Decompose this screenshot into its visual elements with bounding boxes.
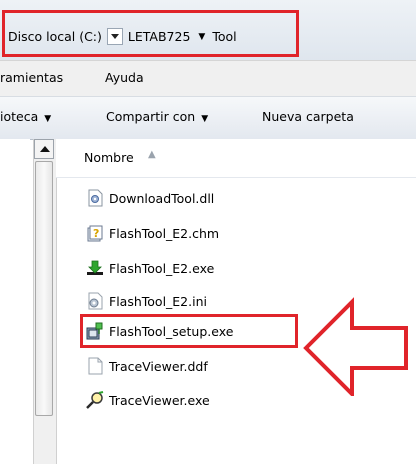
ini-settings-icon <box>88 292 103 310</box>
chevron-down-icon: ▼ <box>44 114 52 124</box>
column-header-row: Nombre ▲ <box>56 139 416 178</box>
address-highlight-box <box>2 10 299 57</box>
nav-scrollbar[interactable] <box>33 139 57 464</box>
file-name: TraceViewer.ddf <box>109 358 208 374</box>
file-row[interactable]: TraceViewer.ddf <box>86 355 208 377</box>
file-row[interactable]: FlashTool_E2.exe <box>86 257 214 279</box>
file-row[interactable]: ? FlashTool_E2.chm <box>86 222 219 244</box>
file-row[interactable]: DownloadTool.dll <box>86 187 214 209</box>
share-with-label: Compartir con <box>106 109 196 124</box>
file-name: FlashTool_E2.exe <box>109 260 215 276</box>
file-name: DownloadTool.dll <box>109 190 215 206</box>
file-name: FlashTool_E2.ini <box>109 293 207 309</box>
file-row[interactable]: TraceViewer.exe <box>86 389 210 411</box>
magnifier-tool-icon <box>86 391 104 409</box>
library-button[interactable]: ioteca ▼ <box>0 109 51 124</box>
sort-arrow-icon: ▲ <box>148 149 156 160</box>
menu-bar: ramientas Ayuda <box>0 60 416 97</box>
share-with-button[interactable]: Compartir con ▼ <box>106 109 208 124</box>
blank-file-icon <box>88 357 103 375</box>
library-button-label: ioteca <box>0 109 39 124</box>
svg-text:?: ? <box>93 227 99 240</box>
command-toolbar: ioteca ▼ Compartir con ▼ Nueva carpeta <box>0 96 416 140</box>
scroll-thumb[interactable] <box>35 161 53 416</box>
new-folder-button[interactable]: Nueva carpeta <box>262 109 354 124</box>
green-download-arrow-icon <box>87 260 103 275</box>
menu-item-tools[interactable]: ramientas <box>0 70 63 85</box>
dll-icon <box>88 189 103 207</box>
help-file-icon: ? <box>87 225 103 242</box>
file-name: TraceViewer.exe <box>109 392 210 408</box>
menu-item-help[interactable]: Ayuda <box>105 70 144 85</box>
file-name: FlashTool_E2.chm <box>109 225 220 241</box>
file-highlight-box <box>80 314 298 348</box>
scroll-up-button[interactable] <box>34 139 54 159</box>
pointer-arrow-icon <box>303 297 408 396</box>
chevron-down-icon: ▼ <box>201 114 209 124</box>
file-row[interactable]: FlashTool_E2.ini <box>86 290 207 312</box>
column-header-name[interactable]: Nombre <box>84 150 134 165</box>
address-bar[interactable]: Disco local (C:) LETAB725 ▼ Tool <box>0 0 416 60</box>
navigation-pane[interactable] <box>0 139 30 464</box>
